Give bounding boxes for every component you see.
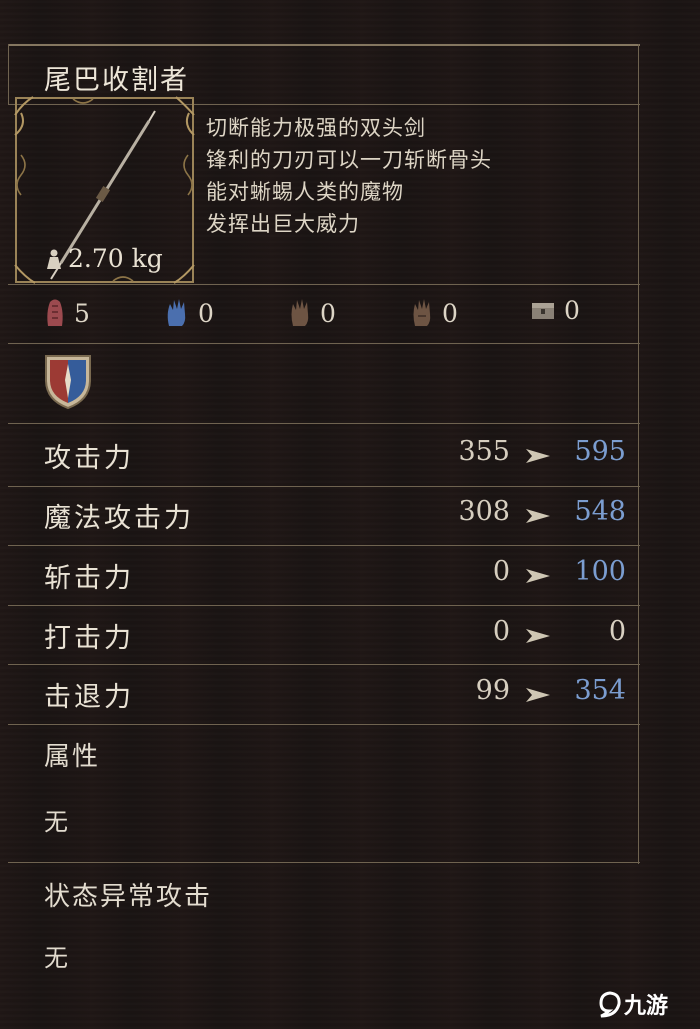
requirement-strength: 5 bbox=[44, 296, 90, 330]
stat-divider bbox=[8, 664, 640, 665]
stat-base-knockback: 99 bbox=[475, 675, 510, 706]
requirement-magic: 0 bbox=[164, 296, 214, 330]
left-border bbox=[8, 44, 9, 104]
chest-icon bbox=[532, 302, 554, 319]
stat-base-strike: 0 bbox=[492, 616, 510, 647]
stat-base-magic-attack: 308 bbox=[458, 496, 510, 527]
weight-icon bbox=[47, 249, 61, 269]
arrow-icon bbox=[526, 569, 550, 583]
attribute-divider bbox=[8, 862, 640, 863]
magic-hand-icon bbox=[167, 299, 186, 326]
item-weight: 2.70 kg bbox=[44, 244, 163, 273]
requirement-hand: 0 bbox=[288, 296, 336, 330]
description-divider bbox=[8, 284, 640, 285]
stat-value-strike: 0 bbox=[608, 616, 626, 647]
stat-value-knockback: 354 bbox=[574, 675, 626, 706]
arrow-icon bbox=[526, 509, 550, 523]
arrow-icon bbox=[526, 629, 550, 643]
stat-label-magic-attack: 魔法攻击力 bbox=[44, 503, 194, 534]
shield-divider bbox=[8, 423, 640, 424]
requirement-value: 0 bbox=[442, 298, 458, 328]
top-border bbox=[8, 44, 640, 46]
watermark-text: 九游 bbox=[624, 994, 669, 1019]
requirement-value: 0 bbox=[198, 298, 214, 328]
stat-label-slash: 斩击力 bbox=[44, 563, 134, 594]
description-line: 锋利的刀刃可以一刀斩断骨头 bbox=[206, 148, 492, 172]
attribute-value: 无 bbox=[44, 808, 70, 836]
item-description: 切断能力极强的双头剑 锋利的刀刃可以一刀斩断骨头 能对蜥蜴人类的魔物 发挥出巨大… bbox=[206, 112, 492, 240]
status-effect-label: 状态异常攻击 bbox=[44, 882, 213, 912]
attribute-label: 属性 bbox=[44, 742, 101, 772]
strength-fist-icon bbox=[47, 299, 63, 326]
status-effect-value: 无 bbox=[44, 944, 70, 972]
stat-base-slash: 0 bbox=[492, 556, 510, 587]
stat-divider bbox=[8, 486, 640, 487]
item-detail-panel: 尾巴收割者 2.70 kg 切断能力极强的双头剑 锋利的刀刃可以一刀斩断骨头 能… bbox=[0, 0, 700, 1029]
stat-label-attack: 攻击力 bbox=[44, 443, 134, 474]
stat-value-attack: 595 bbox=[574, 436, 626, 467]
watermark-logo: 九游 bbox=[598, 988, 668, 1020]
right-border bbox=[638, 44, 639, 864]
item-name: 尾巴收割者 bbox=[44, 65, 189, 96]
requirement-chest: 0 bbox=[530, 296, 580, 325]
stat-value-slash: 100 bbox=[574, 556, 626, 587]
stat-divider bbox=[8, 605, 640, 606]
stat-base-attack: 355 bbox=[458, 436, 510, 467]
requirement-hand-alt: 0 bbox=[410, 296, 458, 330]
hand-icon bbox=[291, 299, 309, 326]
stat-label-knockback: 击退力 bbox=[44, 682, 134, 713]
stat-divider bbox=[8, 724, 640, 725]
description-line: 能对蜥蜴人类的魔物 bbox=[206, 180, 404, 204]
stat-divider bbox=[8, 545, 640, 546]
hand-alt-icon bbox=[413, 299, 431, 326]
jiuyou-logo-icon bbox=[599, 991, 621, 1018]
description-line: 切断能力极强的双头剑 bbox=[206, 116, 426, 140]
stat-label-strike: 打击力 bbox=[44, 623, 134, 654]
weight-value: 2.70 kg bbox=[68, 244, 163, 273]
element-shield-icon bbox=[45, 355, 91, 410]
arrow-icon bbox=[526, 449, 550, 463]
requirement-value: 5 bbox=[74, 298, 90, 328]
arrow-icon bbox=[526, 688, 550, 702]
requirement-value: 0 bbox=[320, 298, 336, 328]
requirements-divider bbox=[8, 343, 640, 344]
description-line: 发挥出巨大威力 bbox=[206, 212, 360, 236]
stat-value-magic-attack: 548 bbox=[574, 496, 626, 527]
requirement-value: 0 bbox=[564, 296, 580, 325]
